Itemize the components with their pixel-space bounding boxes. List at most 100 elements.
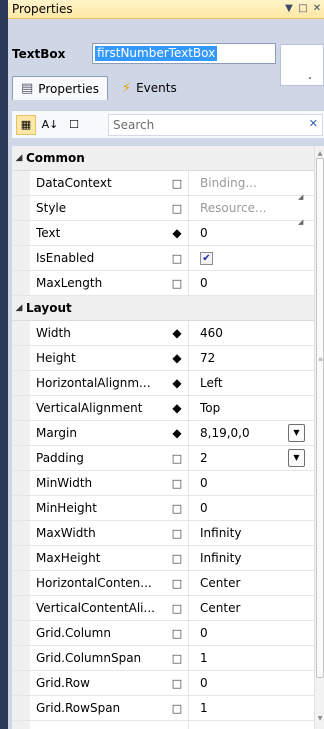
property-name: Style xyxy=(36,201,67,215)
property-value[interactable]: Left xyxy=(200,371,223,396)
lightning-icon: ⚡ xyxy=(121,80,132,96)
property-name: IsEnabled xyxy=(36,251,95,265)
local-value-marker-icon[interactable]: □ xyxy=(170,596,184,621)
property-value[interactable]: 0 xyxy=(200,221,208,246)
local-value-marker-icon[interactable]: □ xyxy=(170,521,184,546)
property-row-grid-rowspan[interactable]: Grid.RowSpan □ 1 xyxy=(12,696,314,721)
restore-icon[interactable]: □ xyxy=(298,2,308,16)
property-row-padding[interactable]: Padding □ 2 ▼ xyxy=(12,446,314,471)
property-value[interactable]: 72 xyxy=(200,346,215,371)
category-layout[interactable]: ◢ Layout xyxy=(12,296,314,321)
property-row-maxlength[interactable]: MaxLength □ 0 xyxy=(12,271,314,296)
scroll-down-icon[interactable]: ▼ xyxy=(315,715,324,725)
property-row-margin[interactable]: Margin ◆ 8,19,0,0 ▼ xyxy=(12,421,314,446)
property-value[interactable]: 0 xyxy=(200,471,208,496)
close-icon[interactable]: ✕ xyxy=(312,2,322,16)
local-value-marker-icon[interactable]: □ xyxy=(170,271,184,296)
property-value[interactable]: 460 xyxy=(200,321,223,346)
local-value-marker-icon[interactable]: □ xyxy=(170,171,184,196)
property-value-text: Binding... xyxy=(200,176,257,190)
property-row-datacontext[interactable]: DataContext □ Binding... ◢ xyxy=(12,171,314,201)
local-value-set-icon[interactable]: ◆ xyxy=(170,396,184,421)
property-value[interactable]: 2 xyxy=(200,446,208,471)
local-value-set-icon[interactable]: ◆ xyxy=(170,221,184,246)
vertical-scrollbar[interactable]: ▲ ≡ ▼ xyxy=(314,146,324,729)
element-type: TextBox xyxy=(12,47,66,61)
search-input[interactable]: Search ✕ xyxy=(108,114,323,136)
property-row-grid-row[interactable]: Grid.Row □ 0 xyxy=(12,671,314,696)
category-label: Common xyxy=(26,151,85,165)
property-row-style[interactable]: Style □ Resource... ◢ xyxy=(12,196,314,226)
clear-search-icon[interactable]: ✕ xyxy=(309,117,318,130)
categorize-icon[interactable]: ▦ xyxy=(16,114,36,135)
property-value[interactable]: Infinity xyxy=(200,546,241,571)
property-value[interactable]: Resource... ◢ xyxy=(200,196,303,226)
property-row-grid-column[interactable]: Grid.Column □ 0 xyxy=(12,621,314,646)
margin-expand-button[interactable]: ▼ xyxy=(288,424,305,442)
property-row-isenabled[interactable]: IsEnabled □ ✔ xyxy=(12,246,314,271)
property-row-height[interactable]: Height ◆ 72 xyxy=(12,346,314,371)
property-name: Width xyxy=(36,326,71,340)
category-common[interactable]: ◢ Common xyxy=(12,146,314,171)
property-row-text[interactable]: Text ◆ 0 xyxy=(12,221,314,246)
property-value[interactable]: 0 xyxy=(200,496,208,521)
property-row-maxheight[interactable]: MaxHeight □ Infinity xyxy=(12,546,314,571)
property-name: HorizontalConten... xyxy=(36,576,152,590)
tab-events[interactable]: ⚡ Events xyxy=(114,76,185,100)
filter-icon[interactable]: ☐ xyxy=(64,115,84,135)
property-value[interactable]: Top xyxy=(200,396,220,421)
sort-az-icon[interactable]: A↓ xyxy=(40,115,60,135)
local-value-marker-icon[interactable]: □ xyxy=(170,446,184,471)
property-row-verticalcontentalignment[interactable]: VerticalContentAli... □ Center xyxy=(12,596,314,621)
local-value-marker-icon[interactable]: □ xyxy=(170,496,184,521)
property-row-horizontalcontentalignment[interactable]: HorizontalConten... □ Center xyxy=(12,571,314,596)
dropdown-icon[interactable]: ▼ xyxy=(284,2,294,16)
scrollbar-thumb[interactable]: ≡ xyxy=(316,158,324,678)
property-row-minwidth[interactable]: MinWidth □ 0 xyxy=(12,471,314,496)
property-name: MaxHeight xyxy=(36,551,101,565)
isenabled-checkbox[interactable]: ✔ xyxy=(200,252,213,265)
property-row-maxwidth[interactable]: MaxWidth □ Infinity xyxy=(12,521,314,546)
property-name: VerticalContentAli... xyxy=(36,601,155,615)
collapse-icon[interactable]: ◢ xyxy=(12,303,26,313)
local-value-marker-icon[interactable]: □ xyxy=(170,196,184,221)
tab-properties[interactable]: ▤ Properties xyxy=(12,76,108,100)
search-placeholder: Search xyxy=(113,118,155,132)
property-value[interactable]: 0 xyxy=(200,671,208,696)
local-value-marker-icon[interactable]: □ xyxy=(170,246,184,271)
local-value-marker-icon[interactable]: □ xyxy=(170,671,184,696)
property-row-grid-columnspan[interactable]: Grid.ColumnSpan □ 1 xyxy=(12,646,314,671)
local-value-marker-icon[interactable]: □ xyxy=(170,646,184,671)
padding-expand-button[interactable]: ▼ xyxy=(288,449,305,467)
local-value-marker-icon[interactable]: □ xyxy=(170,471,184,496)
property-value[interactable]: 8,19,0,0 xyxy=(200,421,250,446)
property-value[interactable]: 1 xyxy=(200,646,208,671)
property-value[interactable]: Binding... ◢ xyxy=(200,171,303,201)
property-row-width[interactable]: Width ◆ 460 xyxy=(12,321,314,346)
panel-title-bar[interactable]: Properties ▼ □ ✕ xyxy=(8,0,324,19)
element-type-row: TextBox xyxy=(12,47,69,61)
property-name: MinWidth xyxy=(36,476,93,490)
property-value[interactable]: Infinity xyxy=(200,521,241,546)
local-value-marker-icon[interactable]: □ xyxy=(170,696,184,721)
local-value-set-icon[interactable]: ◆ xyxy=(170,421,184,446)
property-row-verticalalignment[interactable]: VerticalAlignment ◆ Top xyxy=(12,396,314,421)
property-value[interactable]: Center xyxy=(200,596,240,621)
local-value-marker-icon[interactable]: □ xyxy=(170,621,184,646)
local-value-marker-icon[interactable]: □ xyxy=(170,571,184,596)
local-value-set-icon[interactable]: ◆ xyxy=(170,321,184,346)
local-value-set-icon[interactable]: ◆ xyxy=(170,371,184,396)
collapse-icon[interactable]: ◢ xyxy=(12,153,26,163)
property-value[interactable]: Center xyxy=(200,571,240,596)
property-value[interactable]: 1 xyxy=(200,696,208,721)
property-name: Grid.Row xyxy=(36,676,90,690)
local-value-marker-icon[interactable]: □ xyxy=(170,546,184,571)
property-value[interactable]: 0 xyxy=(200,621,208,646)
local-value-set-icon[interactable]: ◆ xyxy=(170,346,184,371)
property-name: Margin xyxy=(36,426,77,440)
properties-panel: Properties ▼ □ ✕ TextBox firstNumberText… xyxy=(8,0,324,729)
property-row-minheight[interactable]: MinHeight □ 0 xyxy=(12,496,314,521)
element-name-input[interactable]: firstNumberTextBox xyxy=(92,43,276,64)
property-value[interactable]: 0 xyxy=(200,271,208,296)
property-row-horizontalalignment[interactable]: HorizontalAlignm... ◆ Left xyxy=(12,371,314,396)
